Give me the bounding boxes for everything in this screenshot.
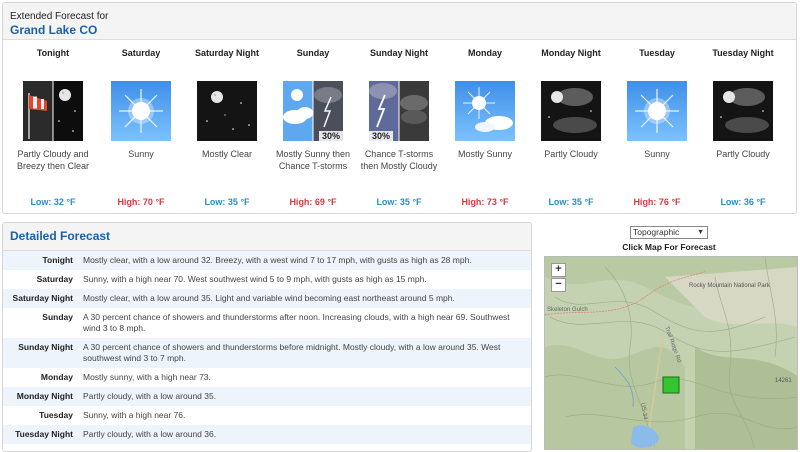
detailed-forecast-rows: Tonight Mostly clear, with a low around 3… — [3, 251, 531, 444]
night-partly-cloudy-icon — [541, 81, 601, 141]
table-row: Tonight Mostly clear, with a low around 3… — [3, 251, 531, 270]
night-partly-cloudy-icon — [713, 81, 773, 141]
mostly-sunny-icon — [455, 81, 515, 141]
map-controls: Topographic ▼ Click Map For Forecast — [540, 222, 798, 252]
row-label: Sunday Night — [18, 342, 73, 352]
row-label: Tuesday — [39, 410, 73, 420]
night-clear-icon — [197, 81, 257, 141]
period-name: Tuesday — [639, 48, 675, 58]
table-row: Sunday Night A 30 percent chance of showe… — [3, 338, 531, 368]
forecast-period[interactable]: Saturday Night Mostly Clear Low: 35 °F — [184, 47, 270, 207]
row-text: Mostly clear, with a low around 35. Ligh… — [83, 293, 455, 303]
period-temp: Low: 35 °F — [548, 197, 594, 207]
forecast-header: Extended Forecast for Grand Lake CO — [3, 3, 796, 40]
period-description: Partly Cloudy — [544, 149, 598, 159]
period-description: Partly Cloudy and Breezy then Clear — [16, 149, 90, 171]
period-description: Sunny — [128, 149, 154, 159]
period-description: Partly Cloudy — [716, 149, 770, 159]
forecast-period[interactable]: Tuesday Night Partly Cloudy Low: 36 °F — [700, 47, 786, 207]
forecast-period[interactable]: Saturday Sunny High: 70 °F — [98, 47, 184, 207]
period-temp: Low: 32 °F — [30, 197, 76, 207]
period-description: Mostly Clear — [201, 149, 252, 159]
table-row: Monday Mostly sunny, with a high near 73. — [3, 368, 531, 387]
zoom-out-button[interactable]: − — [551, 278, 566, 292]
period-name: Sunday Night — [370, 48, 428, 58]
map-label-park: Rocky Mountain National Park — [689, 283, 771, 289]
tstorm-night-icon: 30% — [369, 81, 429, 141]
sunny-tstorm-icon: 30% — [283, 81, 343, 141]
forecast-period[interactable]: Monday Night Partly Cloudy Low: 35 °F — [528, 47, 614, 207]
forecast-location[interactable]: Grand Lake CO — [10, 23, 97, 37]
period-description: Mostly Sunny — [457, 149, 513, 159]
sunny-icon — [627, 81, 687, 141]
table-row: Saturday Sunny, with a high near 70. West… — [3, 270, 531, 289]
map-label-skeleton: Skeleton Gulch — [547, 307, 588, 313]
extended-forecast-panel: Extended Forecast for Grand Lake CO Toni… — [2, 2, 797, 214]
period-temp: High: 69 °F — [289, 197, 337, 207]
table-row: Sunday A 30 percent chance of showers and… — [3, 308, 531, 338]
row-label: Saturday — [36, 274, 73, 284]
precip-chance-badge: 30% — [318, 131, 343, 141]
topo-map-image: Rocky Mountain National Park 14261 Trail… — [545, 257, 797, 449]
sunny-icon — [111, 81, 171, 141]
row-label: Saturday Night — [12, 293, 73, 303]
table-row: Tuesday Night Partly cloudy, with a low a… — [3, 425, 531, 444]
row-text: Mostly sunny, with a high near 73. — [83, 372, 211, 382]
forecast-subtitle: Extended Forecast for — [10, 11, 109, 22]
row-text: Mostly clear, with a low around 32. Bree… — [83, 255, 472, 265]
forecast-period[interactable]: Sunday Night 30% Chance T-storms then Mo… — [356, 47, 442, 207]
forecast-period[interactable]: Sunday 30% Mostly Sunny then Chance T-st… — [270, 47, 356, 207]
forecast-map[interactable]: Rocky Mountain National Park 14261 Trail… — [544, 256, 798, 450]
detailed-forecast-panel: Detailed Forecast Tonight Mostly clear, w… — [2, 222, 532, 452]
map-layer-select[interactable]: Topographic ▼ — [630, 226, 708, 239]
zoom-in-button[interactable]: + — [551, 263, 566, 277]
period-name: Tuesday Night — [712, 48, 774, 58]
row-text: Sunny, with a high near 76. — [83, 410, 186, 420]
row-text: A 30 percent chance of showers and thund… — [83, 342, 501, 363]
period-temp: High: 76 °F — [633, 197, 681, 207]
period-name: Monday Night — [541, 48, 601, 58]
period-description: Mostly Sunny then Chance T-storms — [275, 149, 351, 171]
period-name: Saturday — [121, 48, 161, 58]
period-name: Tonight — [36, 48, 70, 58]
period-temp: High: 70 °F — [117, 197, 165, 207]
row-label: Monday Night — [16, 391, 73, 401]
period-temp: Low: 36 °F — [720, 197, 766, 207]
dropdown-arrow-icon: ▼ — [697, 229, 704, 236]
forecast-period[interactable]: Monday Mostly Sunny High: 73 °F — [442, 47, 528, 207]
forecast-period[interactable]: Tonight Partly Cloudy and Breezy then Cl… — [10, 47, 96, 207]
detailed-forecast-title: Detailed Forecast — [3, 223, 531, 251]
period-description: Sunny — [644, 149, 670, 159]
table-row: Monday Night Partly cloudy, with a low ar… — [3, 387, 531, 406]
period-description: Chance T-storms then Mostly Cloudy — [360, 149, 438, 171]
map-caption: Click Map For Forecast — [622, 242, 716, 252]
table-row: Tuesday Sunny, with a high near 76. — [3, 406, 531, 425]
row-text: Sunny, with a high near 70. West southwe… — [83, 274, 427, 284]
row-label: Tonight — [42, 255, 73, 265]
map-label-elev: 14261 — [775, 378, 792, 384]
period-temp: High: 73 °F — [461, 197, 509, 207]
row-label: Tuesday Night — [15, 429, 73, 439]
period-name: Monday — [467, 48, 502, 58]
precip-chance-badge: 30% — [369, 131, 394, 141]
map-layer-selected: Topographic — [633, 227, 680, 237]
row-text: A 30 percent chance of showers and thund… — [83, 312, 510, 333]
row-label: Monday — [40, 372, 73, 382]
table-row: Saturday Night Mostly clear, with a low a… — [3, 289, 531, 308]
night-wind-clear-icon — [23, 81, 83, 141]
period-name: Sunday — [296, 48, 330, 58]
period-temp: Low: 35 °F — [204, 197, 250, 207]
period-name: Saturday Night — [194, 48, 259, 58]
row-label: Sunday — [42, 312, 73, 322]
row-text: Partly cloudy, with a low around 35. — [83, 391, 217, 401]
row-text: Partly cloudy, with a low around 36. — [83, 429, 217, 439]
forecast-period[interactable]: Tuesday Sunny High: 76 °F — [614, 47, 700, 207]
period-temp: Low: 35 °F — [376, 197, 422, 207]
